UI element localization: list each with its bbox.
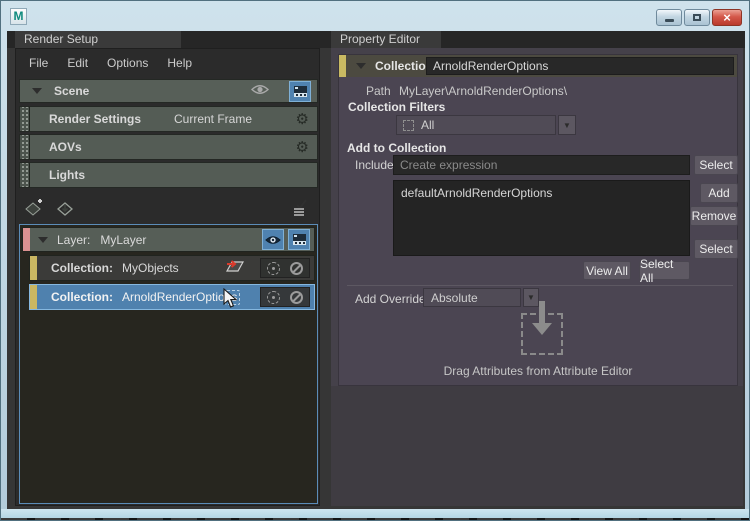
collection-color-stripe	[339, 55, 346, 77]
menu-bar: File Edit Options Help	[16, 51, 195, 75]
select-expression-button[interactable]: Select	[694, 155, 738, 175]
collection-filters-label: Collection Filters	[348, 100, 446, 114]
view-all-button[interactable]: View All	[583, 261, 631, 280]
collection-row-myobjects[interactable]: Collection: MyObjects	[29, 255, 315, 281]
select-all-button[interactable]: Select All	[639, 257, 690, 285]
collection-label: Collection:	[51, 290, 113, 304]
layers-toolbar	[19, 197, 318, 221]
tab-strip: Render Setup Property Editor	[7, 31, 745, 48]
path-row: Path MyLayer\ArnoldRenderOptions\	[366, 84, 567, 98]
collection-toggle-group	[260, 287, 310, 307]
gear-icon[interactable]: ⚙	[296, 112, 309, 127]
property-editor-panel: Collection: Path MyLayer\ArnoldRenderOpt…	[331, 48, 743, 506]
render-settings-row[interactable]: Render Settings Current Frame ⚙	[19, 106, 318, 132]
path-label: Path	[366, 84, 391, 98]
menu-file[interactable]: File	[26, 54, 51, 72]
collapse-triangle-icon[interactable]	[356, 63, 366, 69]
disable-icon[interactable]	[290, 290, 303, 304]
select-contents-icon[interactable]	[225, 289, 240, 305]
scene-header-row[interactable]: Scene	[19, 79, 318, 103]
chevron-down-icon: ▼	[563, 120, 571, 130]
collection-color-stripe	[30, 285, 37, 309]
tab-property-editor[interactable]: Property Editor	[331, 31, 441, 48]
minimize-button[interactable]	[656, 9, 682, 26]
close-button[interactable]: ×	[712, 9, 742, 26]
tab-render-setup[interactable]: Render Setup	[15, 31, 181, 48]
collection-color-stripe	[30, 256, 37, 280]
add-override-label: Add Override	[355, 292, 426, 306]
collection-label: Collection:	[51, 261, 113, 275]
remove-button[interactable]: Remove	[690, 206, 738, 226]
menu-options[interactable]: Options	[104, 54, 151, 72]
create-layer-icon[interactable]	[24, 198, 46, 220]
import-collection-icon[interactable]	[56, 199, 76, 220]
collection-header[interactable]: Collection:	[339, 55, 737, 77]
disable-icon[interactable]	[290, 261, 303, 275]
select-members-button[interactable]: Select	[694, 239, 738, 259]
menu-edit[interactable]: Edit	[64, 54, 91, 72]
drop-arrow-icon	[529, 301, 555, 342]
layer-row-mylayer[interactable]: Layer: MyLayer	[22, 227, 315, 252]
isolate-select-icon[interactable]	[225, 259, 245, 277]
title-bar[interactable]: M ×	[1, 1, 749, 31]
collection-row-arnoldrenderoptions[interactable]: Collection: ArnoldRenderOptions	[29, 284, 315, 310]
layer-name: MyLayer	[100, 232, 147, 247]
layer-label: Layer:	[57, 232, 91, 247]
renderable-icon[interactable]	[289, 80, 311, 102]
lights-label: Lights	[49, 168, 85, 182]
layer-list[interactable]: Layer: MyLayer Collection: MyObjects Col…	[19, 224, 318, 504]
main-content: Render Setup Property Editor File Edit O…	[7, 31, 745, 509]
filter-dropdown-value: All	[421, 118, 435, 132]
gear-icon[interactable]: ⚙	[296, 140, 309, 155]
aovs-label: AOVs	[49, 140, 82, 154]
enabled-toggle-icon[interactable]	[267, 290, 280, 304]
collapse-triangle-icon[interactable]	[32, 88, 42, 94]
drop-hint-text: Drag Attributes from Attribute Editor	[443, 364, 633, 378]
collapse-triangle-icon[interactable]	[38, 236, 48, 243]
render-setup-window: M × Render Setup Property Editor File Ed…	[0, 0, 750, 521]
collection-members-list[interactable]: defaultArnoldRenderOptions	[393, 180, 690, 256]
include-label: Include	[355, 158, 394, 172]
visibility-eye-icon[interactable]	[250, 83, 270, 99]
menu-help[interactable]: Help	[164, 54, 195, 72]
scene-label: Scene	[54, 84, 90, 98]
render-settings-value: Current Frame	[174, 112, 253, 126]
path-value: MyLayer\ArnoldRenderOptions\	[399, 84, 568, 98]
filter-dropdown-arrow[interactable]: ▼	[558, 115, 576, 135]
layer-color-stripe	[23, 228, 30, 251]
filter-dropdown[interactable]: All	[396, 115, 556, 135]
section-divider	[347, 285, 733, 286]
filter-type-icon	[403, 119, 414, 131]
collection-name-input[interactable]	[426, 57, 734, 75]
lights-row[interactable]: Lights	[19, 162, 318, 188]
close-icon: ×	[723, 10, 731, 25]
include-expression-input[interactable]	[393, 155, 690, 175]
drag-grip[interactable]	[20, 163, 30, 187]
render-settings-label: Render Settings	[49, 112, 142, 126]
visibility-checklist-icon[interactable]	[293, 199, 310, 219]
add-button[interactable]: Add	[700, 183, 738, 203]
override-mode-value: Absolute	[431, 290, 478, 305]
collection-name: MyObjects	[122, 261, 179, 275]
window-bottom-border	[1, 509, 749, 518]
layer-visibility-eye-icon[interactable]	[262, 229, 284, 250]
minimize-icon	[664, 19, 674, 22]
list-item[interactable]: defaultArnoldRenderOptions	[394, 181, 689, 205]
add-to-collection-label: Add to Collection	[347, 141, 447, 155]
collection-property-frame: Collection: Path MyLayer\ArnoldRenderOpt…	[338, 54, 738, 386]
render-setup-panel: File Edit Options Help Scene Render Sett…	[15, 48, 320, 506]
drag-grip[interactable]	[20, 135, 30, 159]
enabled-toggle-icon[interactable]	[267, 261, 280, 275]
maximize-button[interactable]	[684, 9, 710, 26]
collection-name: ArnoldRenderOptions	[122, 290, 238, 304]
maximize-icon	[693, 14, 701, 21]
layer-renderable-icon[interactable]	[288, 229, 310, 250]
aovs-row[interactable]: AOVs ⚙	[19, 134, 318, 160]
maya-app-icon: M	[10, 8, 27, 25]
property-editor-background	[331, 386, 743, 506]
collection-toggle-group	[260, 258, 310, 278]
drag-grip[interactable]	[20, 107, 30, 131]
override-mode-dropdown[interactable]: Absolute	[423, 288, 521, 307]
